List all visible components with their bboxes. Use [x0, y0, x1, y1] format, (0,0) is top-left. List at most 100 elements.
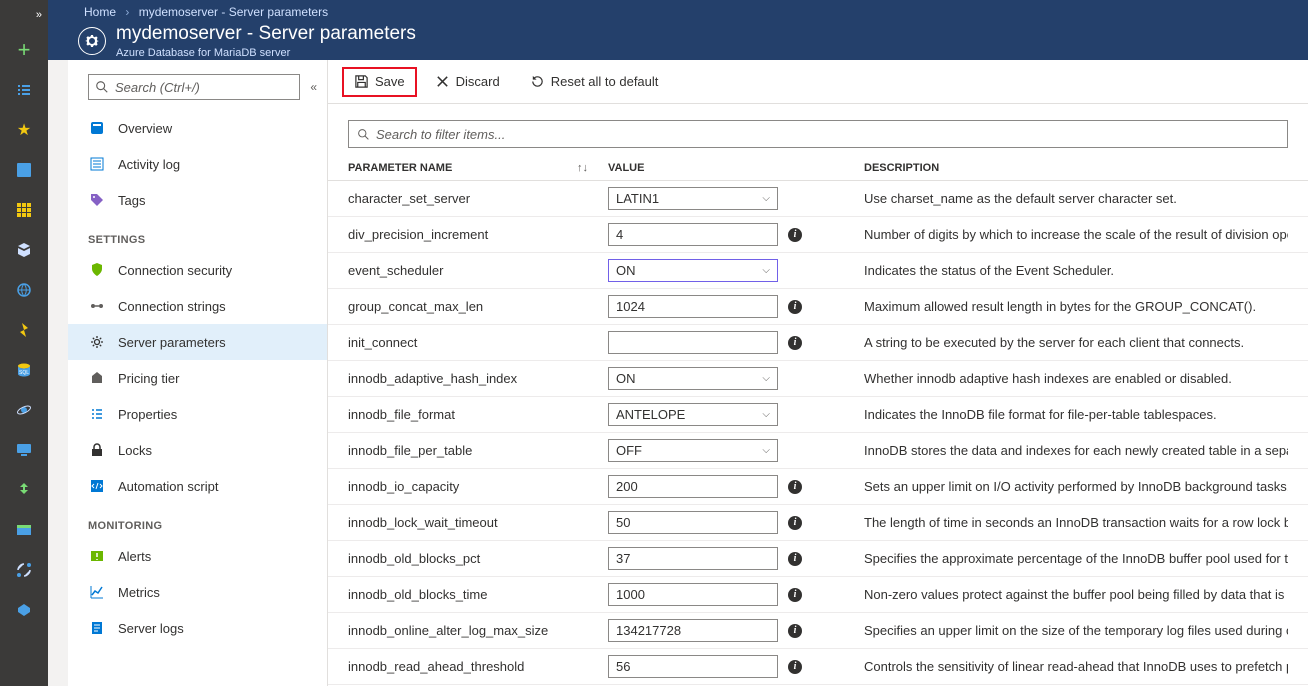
nav-item-automation-script[interactable]: Automation script: [68, 468, 327, 504]
nav-item-server-logs[interactable]: Server logs: [68, 610, 327, 646]
param-input[interactable]: 4: [608, 223, 778, 246]
info-icon[interactable]: i: [788, 228, 802, 242]
expand-nav-icon[interactable]: »: [0, 0, 48, 30]
info-icon[interactable]: i: [788, 660, 802, 674]
nav-item-pricing-tier[interactable]: Pricing tier: [68, 360, 327, 396]
param-select[interactable]: OFF⌵: [608, 439, 778, 462]
pricing-icon: [88, 369, 106, 387]
filter-input[interactable]: Search to filter items...: [348, 120, 1288, 148]
info-icon[interactable]: i: [788, 480, 802, 494]
breadcrumb: Home › mydemoserver - Server parameters: [48, 0, 1308, 19]
nav-network-icon[interactable]: [0, 550, 48, 590]
param-input[interactable]: 1024: [608, 295, 778, 318]
nav-dashboard-icon[interactable]: [0, 150, 48, 190]
nav-item-properties[interactable]: Properties: [68, 396, 327, 432]
nav-item-server-parameters[interactable]: Server parameters: [68, 324, 327, 360]
nav-monitor-icon[interactable]: [0, 430, 48, 470]
global-nav: » + ★ SQL: [0, 0, 48, 686]
nav-item-activity-log[interactable]: Activity log: [68, 146, 327, 182]
param-description: Controls the sensitivity of linear read-…: [864, 659, 1288, 674]
nav-item-tags[interactable]: Tags: [68, 182, 327, 218]
nav-aad-icon[interactable]: [0, 590, 48, 630]
column-description[interactable]: DESCRIPTION: [864, 162, 1288, 174]
param-row: innodb_read_ahead_threshold56 i Controls t…: [328, 649, 1308, 685]
favorites-icon[interactable]: ★: [0, 110, 48, 150]
logs-icon: [88, 619, 106, 637]
param-select[interactable]: ANTELOPE⌵: [608, 403, 778, 426]
param-row: innodb_file_formatANTELOPE⌵Indicates the…: [328, 397, 1308, 433]
breadcrumb-current: mydemoserver - Server parameters: [139, 5, 328, 19]
create-resource-icon[interactable]: +: [0, 30, 48, 70]
info-icon[interactable]: i: [788, 588, 802, 602]
param-name: init_connect: [348, 335, 608, 350]
alert-icon: [88, 547, 106, 565]
info-icon[interactable]: i: [788, 516, 802, 530]
conn-icon: [88, 297, 106, 315]
info-icon[interactable]: i: [788, 624, 802, 638]
save-button[interactable]: Save: [342, 67, 417, 97]
svg-text:SQL: SQL: [19, 370, 29, 376]
param-input[interactable]: 50: [608, 511, 778, 534]
nav-function-icon[interactable]: [0, 310, 48, 350]
param-name: innodb_read_ahead_threshold: [348, 659, 608, 674]
resource-menu: Search (Ctrl+/) « OverviewActivity logTa…: [68, 60, 328, 686]
chevron-down-icon: ⌵: [762, 373, 770, 384]
param-row: innodb_file_per_tableOFF⌵InnoDB stores t…: [328, 433, 1308, 469]
param-select[interactable]: ON⌵: [608, 259, 778, 282]
info-icon[interactable]: i: [788, 552, 802, 566]
menu-search-input[interactable]: Search (Ctrl+/): [88, 74, 300, 100]
chevron-down-icon: ⌵: [762, 445, 770, 456]
param-select[interactable]: ON⌵: [608, 367, 778, 390]
nav-item-metrics[interactable]: Metrics: [68, 574, 327, 610]
nav-grid-icon[interactable]: [0, 190, 48, 230]
param-name: innodb_adaptive_hash_index: [348, 371, 608, 386]
search-icon: [357, 128, 370, 141]
collapse-menu-icon[interactable]: «: [310, 80, 317, 94]
info-icon[interactable]: i: [788, 300, 802, 314]
param-input[interactable]: 200: [608, 475, 778, 498]
param-input[interactable]: [608, 331, 778, 354]
nav-cube-icon[interactable]: [0, 230, 48, 270]
discard-button[interactable]: Discard: [423, 67, 512, 97]
param-row: innodb_old_blocks_pct37iSpecifies the ap…: [328, 541, 1308, 577]
nav-list-icon[interactable]: [0, 70, 48, 110]
param-name: innodb_lock_wait_timeout: [348, 515, 608, 530]
nav-item-connection-security[interactable]: Connection security: [68, 252, 327, 288]
nav-cosmos-icon[interactable]: [0, 390, 48, 430]
parameters-table: character_set_serverLATIN1⌵Use charset_n…: [328, 181, 1308, 686]
nav-loadbalancer-icon[interactable]: [0, 470, 48, 510]
param-name: innodb_file_per_table: [348, 443, 608, 458]
section-monitoring: MONITORING: [68, 504, 327, 538]
param-input[interactable]: 134217728: [608, 619, 778, 642]
param-row: innodb_old_blocks_time1000iNon-zero valu…: [328, 577, 1308, 613]
param-description: Indicates the status of the Event Schedu…: [864, 263, 1288, 278]
page-subtitle: Azure Database for MariaDB server: [116, 47, 416, 59]
column-value[interactable]: VALUE: [608, 162, 864, 174]
nav-storage-icon[interactable]: [0, 510, 48, 550]
param-select[interactable]: LATIN1⌵: [608, 187, 778, 210]
param-name: innodb_online_alter_log_max_size: [348, 623, 608, 638]
overview-icon: [88, 119, 106, 137]
nav-item-alerts[interactable]: Alerts: [68, 538, 327, 574]
nav-item-overview[interactable]: Overview: [68, 110, 327, 146]
section-settings: SETTINGS: [68, 218, 327, 252]
nav-sql-icon[interactable]: SQL: [0, 350, 48, 390]
info-icon[interactable]: i: [788, 336, 802, 350]
param-row: innodb_online_alter_log_max_size13421772…: [328, 613, 1308, 649]
reset-button[interactable]: Reset all to default: [518, 67, 671, 97]
search-icon: [95, 80, 109, 94]
column-parameter-name[interactable]: PARAMETER NAME↑↓: [348, 162, 608, 174]
param-row: innodb_lock_wait_timeout50 i The length of…: [328, 505, 1308, 541]
nav-globe-icon[interactable]: [0, 270, 48, 310]
tags-icon: [88, 191, 106, 209]
param-input[interactable]: 56: [608, 655, 778, 678]
param-input[interactable]: 1000: [608, 583, 778, 606]
param-description: A string to be executed by the server fo…: [864, 335, 1288, 350]
param-name: group_concat_max_len: [348, 299, 608, 314]
discard-icon: [435, 74, 450, 89]
nav-item-connection-strings[interactable]: Connection strings: [68, 288, 327, 324]
breadcrumb-home[interactable]: Home: [84, 5, 116, 19]
param-description: The length of time in seconds an InnoDB …: [864, 515, 1288, 530]
nav-item-locks[interactable]: Locks: [68, 432, 327, 468]
param-input[interactable]: 37: [608, 547, 778, 570]
